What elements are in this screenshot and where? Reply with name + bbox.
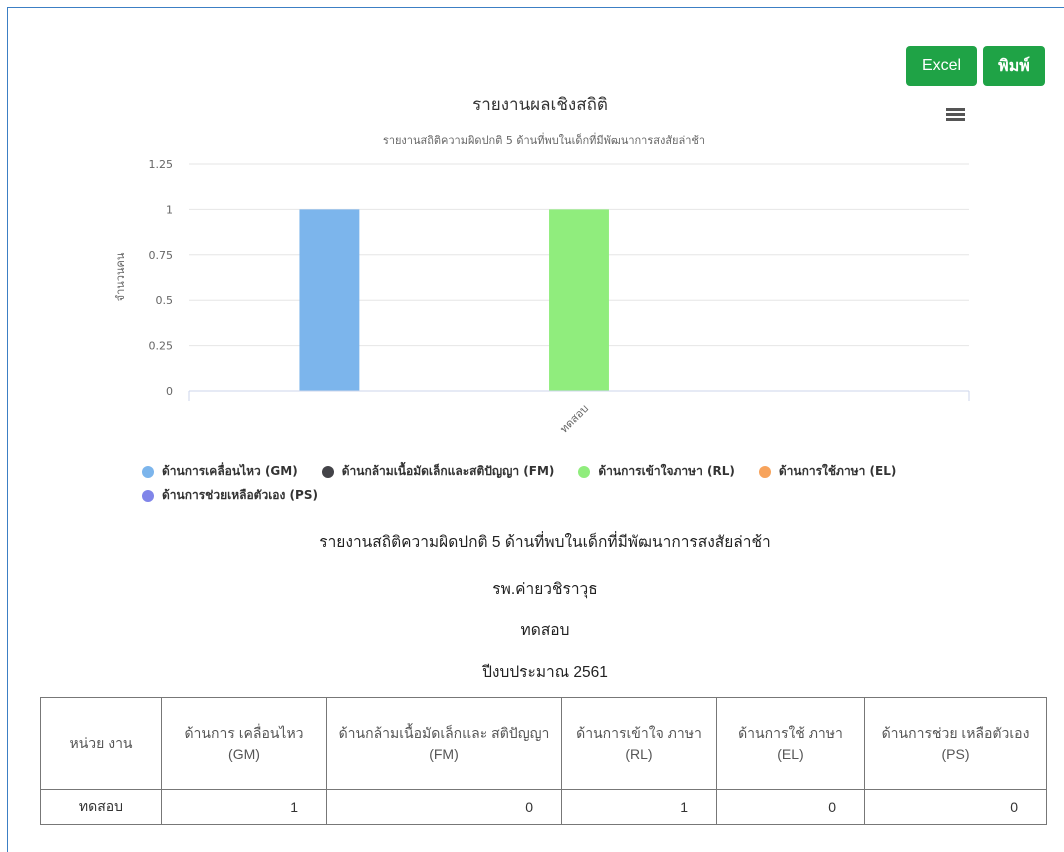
- y-tick-label: 0.5: [156, 294, 174, 307]
- legend-marker: [578, 465, 591, 478]
- table-header-row: หน่วย งาน ด้านการ เคลื่อนไหว (GM) ด้านกล…: [40, 697, 1047, 790]
- legend-label: ด้านการใช้ภาษา (EL): [778, 464, 897, 478]
- y-axis-label: จำนวนคน: [114, 252, 127, 301]
- table-cell: 0: [864, 789, 1047, 825]
- bar[interactable]: [549, 209, 609, 391]
- table-row: ทดสอบ 1 0 1 0 0: [40, 789, 1047, 825]
- legend-label: ด้านกล้ามเนื้อมัดเล็กและสติปัญญา (FM): [341, 464, 555, 478]
- bar-chart: รายงานผลเชิงสถิติ รายงานสถิติความผิดปกติ…: [114, 95, 970, 436]
- legend-label: ด้านการช่วยเหลือตัวเอง (PS): [162, 488, 318, 502]
- y-tick-label: 0.75: [149, 249, 174, 262]
- y-tick-label: 0.25: [149, 340, 174, 353]
- statistics-table: หน่วย งาน ด้านการ เคลื่อนไหว (GM) ด้านกล…: [40, 697, 1047, 825]
- report-unit: ทดสอบ: [520, 622, 570, 639]
- table-header: ด้านการเข้าใจ ภาษา (RL): [561, 697, 717, 790]
- hamburger-menu-icon[interactable]: [946, 108, 965, 121]
- legend-item[interactable]: ด้านการช่วยเหลือตัวเอง (PS): [142, 486, 318, 505]
- table-cell: 0: [326, 789, 562, 825]
- chart-container: รายงานผลเชิงสถิติ รายงานสถิติความผิดปกติ…: [0, 0, 1064, 520]
- table-header: ด้านการใช้ ภาษา (EL): [716, 697, 865, 790]
- legend-marker: [758, 465, 771, 478]
- legend-label: ด้านการเข้าใจภาษา (RL): [598, 464, 735, 478]
- x-tick-label: ทดสอบ: [557, 402, 591, 436]
- table-cell: 1: [561, 789, 717, 825]
- legend-marker: [321, 465, 334, 478]
- y-tick-label: 1.25: [149, 158, 174, 171]
- chart-title: รายงานผลเชิงสถิติ: [472, 95, 608, 115]
- chart-legend: ด้านการเคลื่อนไหว (GM) ด้านกล้ามเนื้อมัดเ…: [142, 462, 1002, 505]
- report-hospital: รพ.ค่ายวชิราวุธ: [492, 581, 598, 598]
- table-header: ด้านการช่วย เหลือตัวเอง (PS): [864, 697, 1047, 790]
- bar[interactable]: [299, 209, 360, 391]
- table-cell-unit: ทดสอบ: [40, 789, 162, 825]
- legend-item[interactable]: ด้านกล้ามเนื้อมัดเล็กและสติปัญญา (FM): [321, 462, 555, 481]
- table-cell: 0: [716, 789, 865, 825]
- report-title: รายงานสถิติความผิดปกติ 5 ด้านที่พบในเด็ก…: [319, 534, 771, 551]
- legend-item[interactable]: ด้านการเข้าใจภาษา (RL): [578, 462, 735, 481]
- legend-item[interactable]: ด้านการเคลื่อนไหว (GM): [142, 462, 298, 481]
- table-cell: 1: [161, 789, 327, 825]
- legend-marker: [142, 489, 154, 502]
- y-tick-label: 0: [166, 385, 173, 398]
- legend-marker: [142, 465, 154, 478]
- table-header: ด้านกล้ามเนื้อมัดเล็กและ สติปัญญา (FM): [326, 697, 562, 790]
- legend-label: ด้านการเคลื่อนไหว (GM): [162, 464, 298, 478]
- table-header: หน่วย งาน: [40, 697, 162, 790]
- legend-item[interactable]: ด้านการใช้ภาษา (EL): [758, 462, 897, 481]
- table-header: ด้านการ เคลื่อนไหว (GM): [161, 697, 327, 790]
- y-tick-label: 1: [166, 203, 173, 216]
- report-fiscal-year: ปีงบประมาณ 2561: [482, 664, 608, 681]
- chart-subtitle: รายงานสถิติความผิดปกติ 5 ด้านที่พบในเด็ก…: [383, 132, 705, 147]
